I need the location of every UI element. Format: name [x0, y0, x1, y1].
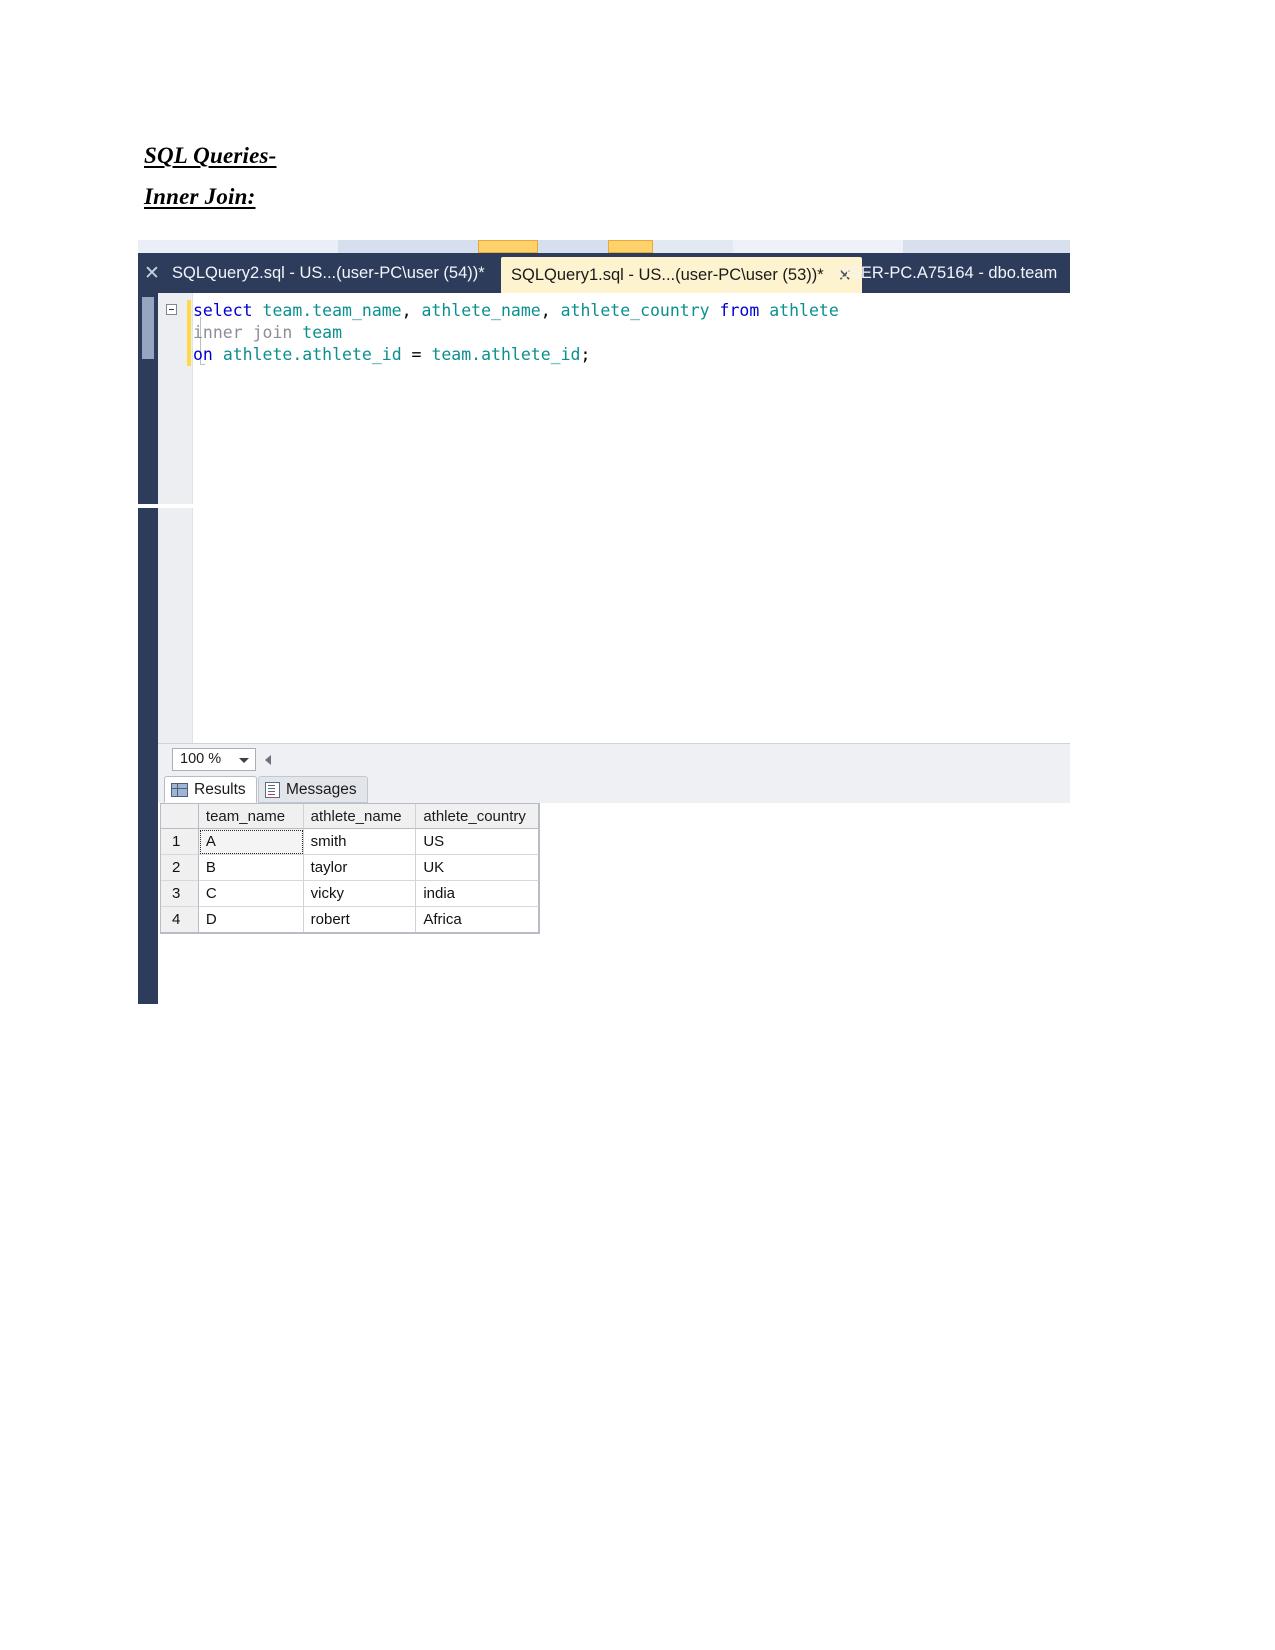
- toolbar-strip: [138, 240, 1070, 253]
- cell-team_name[interactable]: A: [198, 829, 304, 855]
- toolbar-segment: [653, 240, 733, 253]
- code-line-3[interactable]: on athlete.athlete_id = team.athlete_id;: [193, 344, 839, 366]
- code-token: team.team_name: [262, 301, 402, 320]
- sql-editor[interactable]: select team.team_name, athlete_name, ath…: [158, 293, 1070, 743]
- toolbar-segment: [138, 240, 338, 253]
- cell-athlete_name[interactable]: robert: [303, 907, 417, 933]
- cell-athlete_country[interactable]: US: [416, 829, 539, 855]
- code-token: =: [401, 345, 432, 364]
- grid-header-row: team_name athlete_name athlete_country: [161, 804, 539, 829]
- row-number[interactable]: 1: [161, 829, 199, 855]
- messages-icon: [265, 781, 280, 798]
- cell-team_name[interactable]: C: [198, 881, 304, 907]
- change-bar: [187, 300, 191, 366]
- code-token: athlete_name: [421, 301, 541, 320]
- cell-athlete_name[interactable]: smith: [303, 829, 417, 855]
- toolbar-highlight: [608, 240, 653, 253]
- toolbar-highlight: [478, 240, 538, 253]
- zoom-level-select[interactable]: 100 %: [172, 748, 256, 771]
- ssms-window: ✕ SQLQuery2.sql - US...(user-PC\user (54…: [138, 240, 1070, 1004]
- results-tab-bar: Results Messages: [158, 774, 1070, 803]
- toolbar-segment: [338, 240, 478, 253]
- close-icon[interactable]: ✕: [142, 262, 162, 284]
- section-title: Inner Join:: [144, 184, 256, 209]
- results-empty-area: [540, 803, 1070, 1004]
- tab-label: SQLQuery1.sql - US...(user-PC\user (53))…: [511, 266, 824, 284]
- row-number-header: [161, 804, 199, 829]
- editor-zoom-bar: 100 %: [158, 743, 1070, 774]
- rail-body: [138, 359, 158, 1004]
- cell-athlete_name[interactable]: vicky: [303, 881, 417, 907]
- column-header-athlete_name[interactable]: athlete_name: [303, 804, 417, 829]
- grid-icon: [171, 782, 188, 797]
- cell-team_name[interactable]: D: [198, 907, 304, 933]
- cell-athlete_country[interactable]: Africa: [416, 907, 539, 933]
- left-dock-rail: [138, 293, 158, 1004]
- toolbar-segment: [538, 240, 608, 253]
- column-header-athlete_country[interactable]: athlete_country: [416, 804, 539, 829]
- tab-messages[interactable]: Messages: [258, 776, 368, 803]
- zoom-level-value: 100 %: [180, 751, 222, 767]
- collapse-region-icon[interactable]: [166, 304, 177, 315]
- table-row[interactable]: 3 Cvicky india: [161, 881, 539, 907]
- code-token: select: [193, 301, 253, 320]
- code-token: on: [193, 345, 213, 364]
- code-token: team.athlete_id: [431, 345, 581, 364]
- cell-team_name[interactable]: B: [198, 855, 304, 881]
- code-line-1[interactable]: select team.team_name, athlete_name, ath…: [193, 300, 839, 322]
- code-token: ,: [401, 301, 422, 320]
- tab-sqlquery2[interactable]: SQLQuery2.sql - US...(user-PC\user (54))…: [172, 253, 485, 293]
- row-number[interactable]: 3: [161, 881, 199, 907]
- code-token: inner join: [193, 323, 293, 342]
- tab-sqlquery1[interactable]: SQLQuery1.sql - US...(user-PC\user (53))…: [501, 257, 862, 293]
- toolbar-segment: [903, 240, 1070, 253]
- window-bottom-edge: [138, 504, 1070, 508]
- code-token: ;: [580, 345, 591, 364]
- code-token: from: [719, 301, 760, 320]
- tab-messages-label: Messages: [286, 781, 357, 798]
- column-header-team_name[interactable]: team_name: [198, 804, 304, 829]
- tab-dbo-team[interactable]: USER-PC.A75164 - dbo.team: [838, 253, 1057, 293]
- code-token: athlete: [769, 301, 839, 320]
- page-title: SQL Queries-: [144, 143, 277, 168]
- rail-handle[interactable]: [142, 297, 154, 359]
- cell-athlete_name[interactable]: taylor: [303, 855, 417, 881]
- tab-results-label: Results: [194, 781, 246, 798]
- results-grid[interactable]: team_name athlete_name athlete_country 1 Asm…: [160, 803, 540, 934]
- row-number[interactable]: 4: [161, 907, 199, 933]
- toolbar-segment: [733, 240, 903, 253]
- tab-results[interactable]: Results: [164, 776, 257, 803]
- table-row[interactable]: 1 Asmith US: [161, 829, 539, 855]
- scroll-left-icon[interactable]: [265, 755, 271, 765]
- table-row[interactable]: 4 Drobert Africa: [161, 907, 539, 933]
- code-token: ,: [540, 301, 561, 320]
- cell-athlete_country[interactable]: india: [416, 881, 539, 907]
- results-pane: Results Messages team_name athlete_name at…: [158, 774, 1070, 1004]
- cell-athlete_country[interactable]: UK: [416, 855, 539, 881]
- chevron-down-icon[interactable]: [239, 758, 249, 763]
- code-token: athlete.athlete_id: [222, 345, 402, 364]
- code-line-2[interactable]: inner join team: [193, 322, 839, 344]
- table-row[interactable]: 2 Btaylor UK: [161, 855, 539, 881]
- code-token: athlete_country: [560, 301, 710, 320]
- sql-code[interactable]: select team.team_name, athlete_name, ath…: [193, 300, 839, 366]
- code-token: team: [302, 323, 343, 342]
- editor-tab-bar: ✕ SQLQuery2.sql - US...(user-PC\user (54…: [138, 253, 1070, 293]
- row-number[interactable]: 2: [161, 855, 199, 881]
